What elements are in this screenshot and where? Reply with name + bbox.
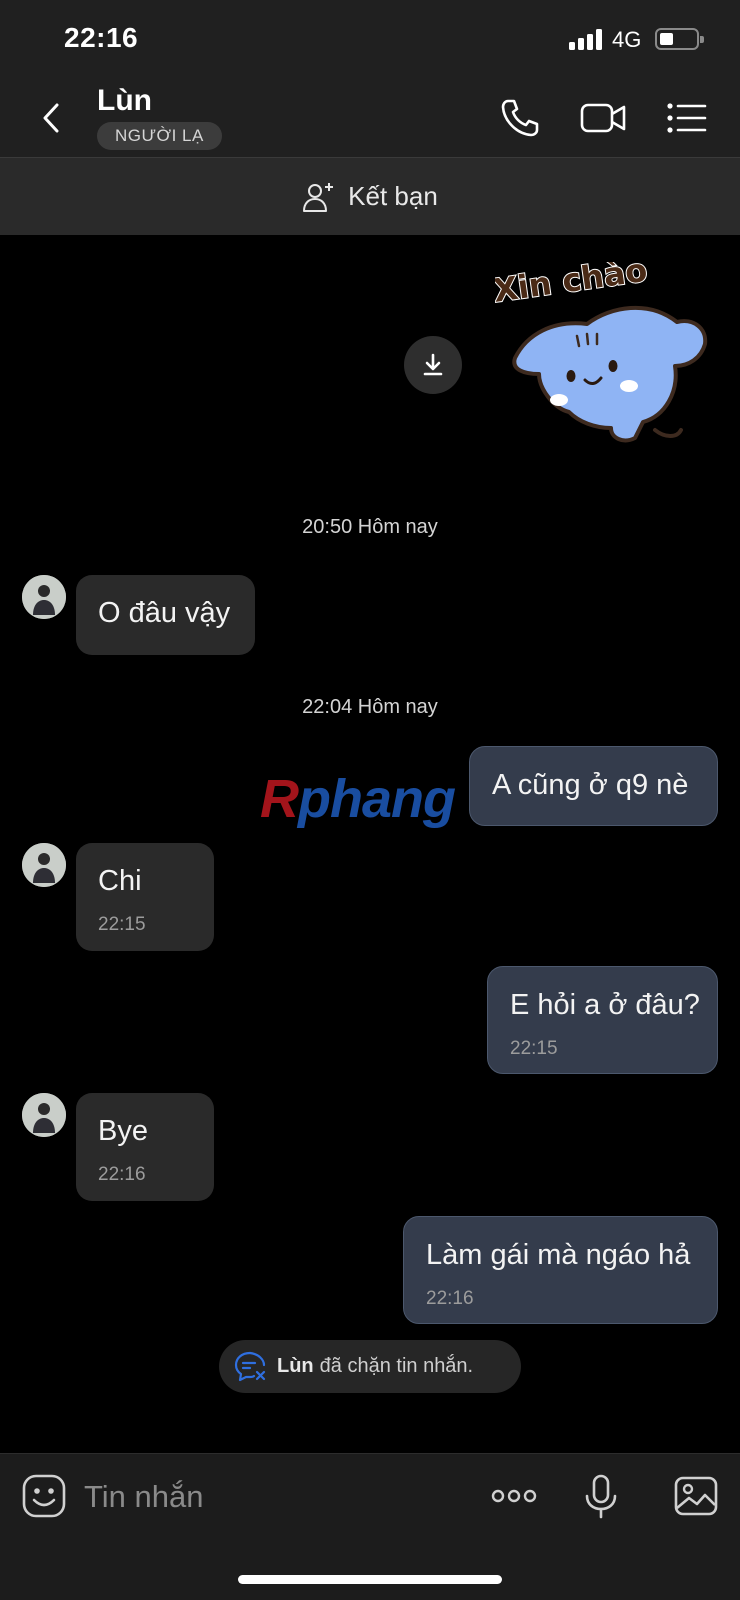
voice-message-button[interactable] bbox=[577, 1472, 625, 1520]
image-icon bbox=[674, 1476, 718, 1516]
back-button[interactable] bbox=[30, 96, 74, 140]
more-options-button[interactable] bbox=[490, 1472, 538, 1520]
chevron-left-icon bbox=[43, 103, 59, 133]
video-call-button[interactable] bbox=[579, 94, 627, 142]
blocked-text: đã chặn tin nhắn. bbox=[319, 1355, 474, 1377]
message-text: O đâu vậy bbox=[98, 597, 231, 629]
list-menu-icon bbox=[667, 103, 707, 133]
avatar[interactable] bbox=[22, 1093, 66, 1137]
add-friend-label: Kết bạn bbox=[348, 181, 438, 211]
microphone-icon bbox=[585, 1474, 617, 1519]
stranger-badge: NGƯỜI LẠ bbox=[97, 122, 222, 150]
watermark: Rphang bbox=[260, 768, 456, 830]
message-time: 22:16 bbox=[426, 1288, 474, 1309]
timestamp-divider: 20:50 Hôm nay bbox=[302, 516, 438, 538]
contact-name[interactable]: Lùn bbox=[97, 84, 152, 118]
message-text: E hỏi a ở đâu? bbox=[510, 989, 700, 1021]
message-incoming[interactable]: Bye 22:16 bbox=[76, 1093, 214, 1201]
person-avatar-icon bbox=[22, 575, 66, 619]
network-type: 4G bbox=[612, 27, 642, 52]
avatar[interactable] bbox=[22, 843, 66, 887]
message-time: 22:15 bbox=[510, 1038, 558, 1059]
call-button[interactable] bbox=[496, 94, 544, 142]
person-avatar-icon bbox=[22, 843, 66, 887]
message-outgoing[interactable]: A cũng ở q9 nè bbox=[469, 746, 718, 826]
message-incoming[interactable]: Chi 22:15 bbox=[76, 843, 214, 951]
hello-sticker[interactable]: Xin chào bbox=[495, 262, 715, 472]
menu-button[interactable] bbox=[663, 94, 711, 142]
message-outgoing[interactable]: E hỏi a ở đâu? 22:15 bbox=[487, 966, 718, 1074]
top-bar: 22:16 4G Lùn NGƯỜI LẠ bbox=[0, 0, 740, 157]
watermark-text: phang bbox=[298, 769, 456, 829]
message-incoming[interactable]: O đâu vậy bbox=[76, 575, 255, 655]
phone-icon bbox=[501, 99, 539, 137]
message-outgoing[interactable]: Làm gái mà ngáo hả 22:16 bbox=[403, 1216, 718, 1324]
timestamp-divider: 22:04 Hôm nay bbox=[302, 696, 438, 718]
message-text: Chi bbox=[98, 865, 142, 897]
blocked-notice: Lùn đã chặn tin nhắn. bbox=[219, 1340, 521, 1393]
status-time: 22:16 bbox=[64, 22, 139, 53]
message-time: 22:16 bbox=[98, 1164, 146, 1185]
more-horizontal-icon bbox=[491, 1489, 537, 1503]
sticker-text: Xin chào bbox=[495, 262, 649, 310]
emoji-button[interactable] bbox=[20, 1472, 68, 1520]
signal-icon bbox=[569, 28, 603, 50]
download-icon bbox=[423, 353, 443, 376]
message-text: Làm gái mà ngáo hả bbox=[426, 1239, 691, 1271]
video-camera-icon bbox=[580, 103, 626, 133]
message-time: 22:15 bbox=[98, 914, 146, 935]
emoji-icon bbox=[22, 1474, 66, 1518]
person-avatar-icon bbox=[22, 1093, 66, 1137]
message-text: A cũng ở q9 nè bbox=[492, 769, 689, 801]
avatar[interactable] bbox=[22, 575, 66, 619]
download-sticker-button[interactable] bbox=[404, 336, 462, 394]
message-input[interactable] bbox=[84, 1474, 464, 1520]
watermark-r: R bbox=[260, 769, 299, 829]
add-user-icon bbox=[303, 182, 334, 212]
blocked-chat-icon bbox=[234, 1351, 266, 1381]
battery-icon bbox=[655, 28, 704, 50]
blocked-user-name: Lùn bbox=[277, 1355, 314, 1377]
add-friend-button[interactable]: Kết bạn bbox=[0, 157, 740, 235]
photo-button[interactable] bbox=[672, 1472, 720, 1520]
message-text: Bye bbox=[98, 1115, 148, 1147]
home-indicator bbox=[238, 1575, 502, 1584]
